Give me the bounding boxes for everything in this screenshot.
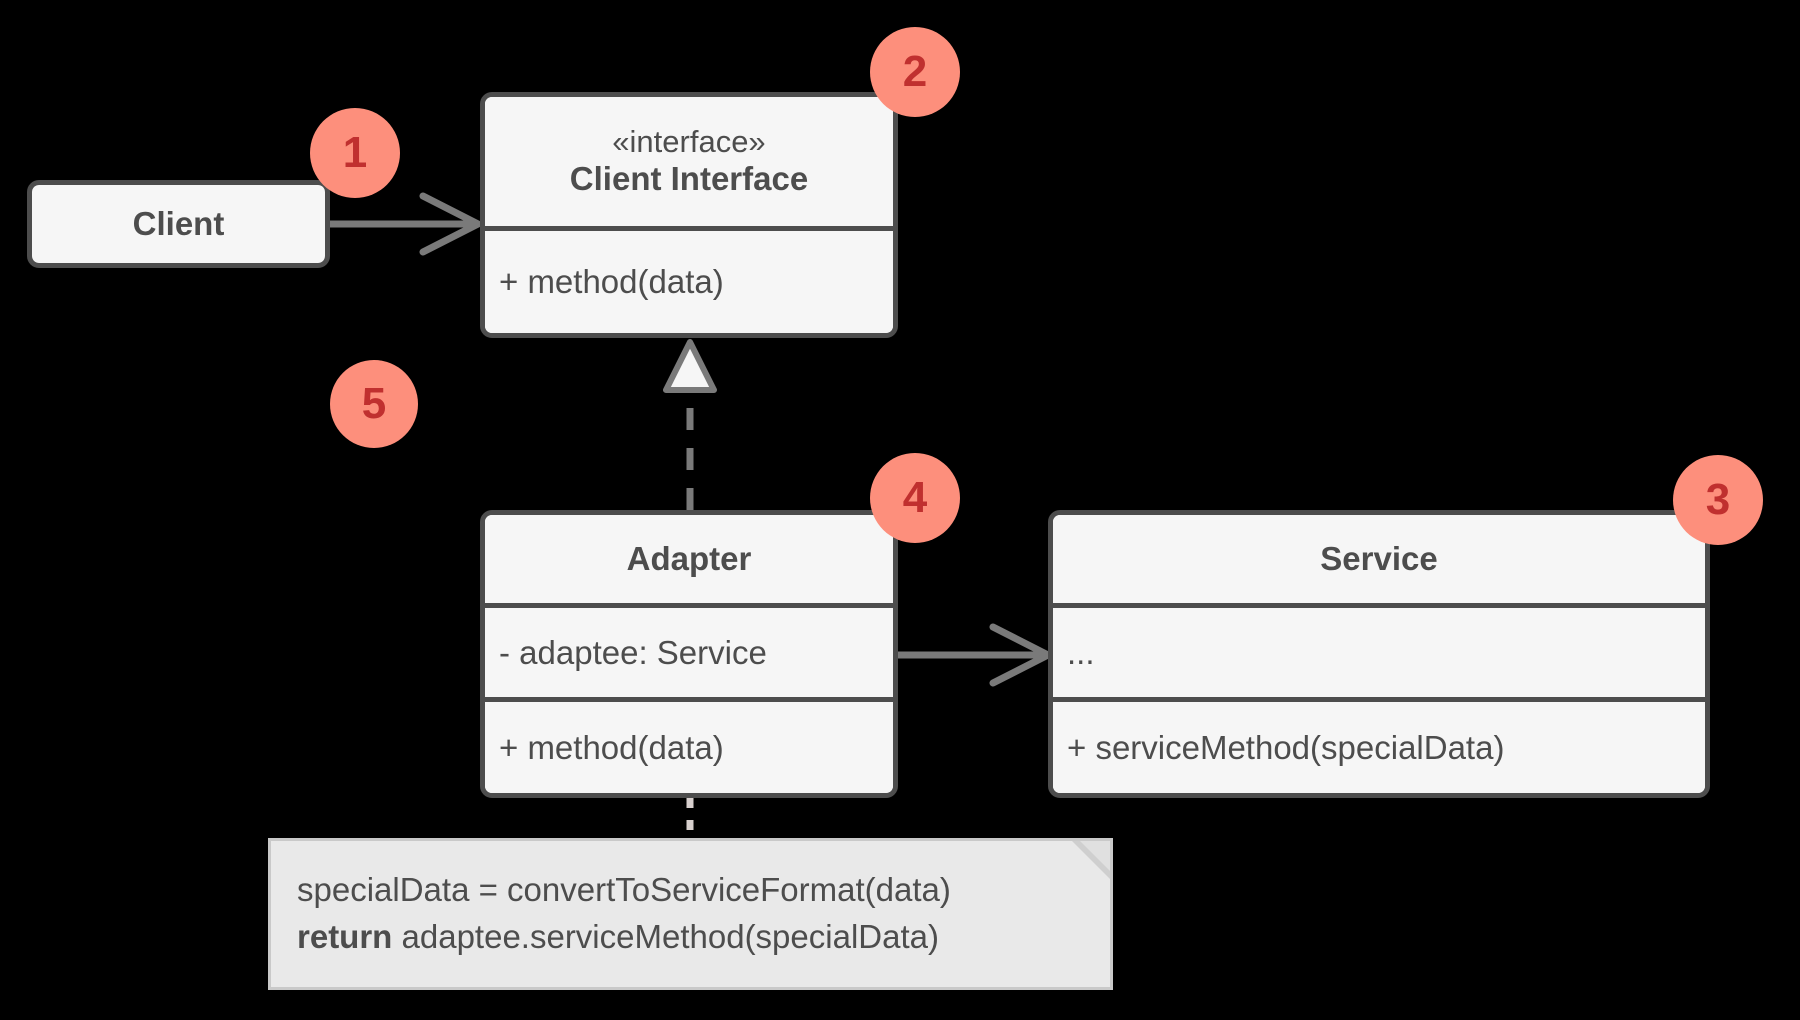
edge-adapter-realizes-client-interface — [663, 339, 717, 510]
class-name-service: Service — [1320, 540, 1438, 578]
class-compartment-title: Adapter — [485, 515, 893, 603]
class-compartment-attributes: ... — [1053, 603, 1705, 697]
note-line-2: return adaptee.serviceMethod(specialData… — [297, 914, 1080, 961]
note-keyword-return: return — [297, 917, 393, 955]
uml-note-adapter-implementation[interactable]: specialData = convertToServiceFormat(dat… — [268, 838, 1113, 990]
attribute-service-ellipsis: ... — [1067, 633, 1095, 671]
class-stereotype-client-interface: «interface» — [612, 124, 766, 160]
note-line-1: specialData = convertToServiceFormat(dat… — [297, 871, 951, 908]
uml-diagram-canvas: Client «interface» Client Interface + me… — [0, 0, 1800, 1020]
class-box-client[interactable]: Client — [27, 180, 330, 268]
class-compartment-operations: + method(data) — [485, 697, 893, 793]
attribute-adapter-adaptee: - adaptee: Service — [499, 633, 767, 671]
step-badge-1[interactable]: 1 — [310, 108, 400, 198]
class-name-client: Client — [132, 205, 225, 243]
step-badge-5[interactable]: 5 — [330, 360, 418, 448]
class-compartment-operations: + method(data) — [485, 226, 893, 333]
class-name-client-interface: Client Interface — [569, 159, 809, 197]
operation-adapter-method: + method(data) — [499, 728, 724, 766]
note-fold-face-icon — [1080, 841, 1110, 871]
note-line-2-rest: adaptee.serviceMethod(specialData) — [392, 917, 939, 955]
edge-adapter-to-service — [898, 623, 1052, 687]
edge-client-to-client-interface — [330, 192, 482, 256]
class-name-adapter: Adapter — [626, 540, 752, 578]
operation-client-interface-method: + method(data) — [499, 263, 724, 300]
operation-service-service-method: + serviceMethod(specialData) — [1067, 728, 1505, 766]
class-box-client-interface[interactable]: «interface» Client Interface + method(da… — [480, 92, 898, 338]
class-box-adapter[interactable]: Adapter - adaptee: Service + method(data… — [480, 510, 898, 798]
step-badge-3[interactable]: 3 — [1673, 455, 1763, 545]
class-compartment-title: Service — [1053, 515, 1705, 603]
class-box-service[interactable]: Service ... + serviceMethod(specialData) — [1048, 510, 1710, 798]
class-compartment-operations: + serviceMethod(specialData) — [1053, 697, 1705, 793]
step-badge-2[interactable]: 2 — [870, 27, 960, 117]
class-compartment-attributes: - adaptee: Service — [485, 603, 893, 697]
class-compartment-title: Client — [32, 185, 325, 263]
step-badge-4[interactable]: 4 — [870, 453, 960, 543]
class-compartment-title: «interface» Client Interface — [485, 97, 893, 226]
